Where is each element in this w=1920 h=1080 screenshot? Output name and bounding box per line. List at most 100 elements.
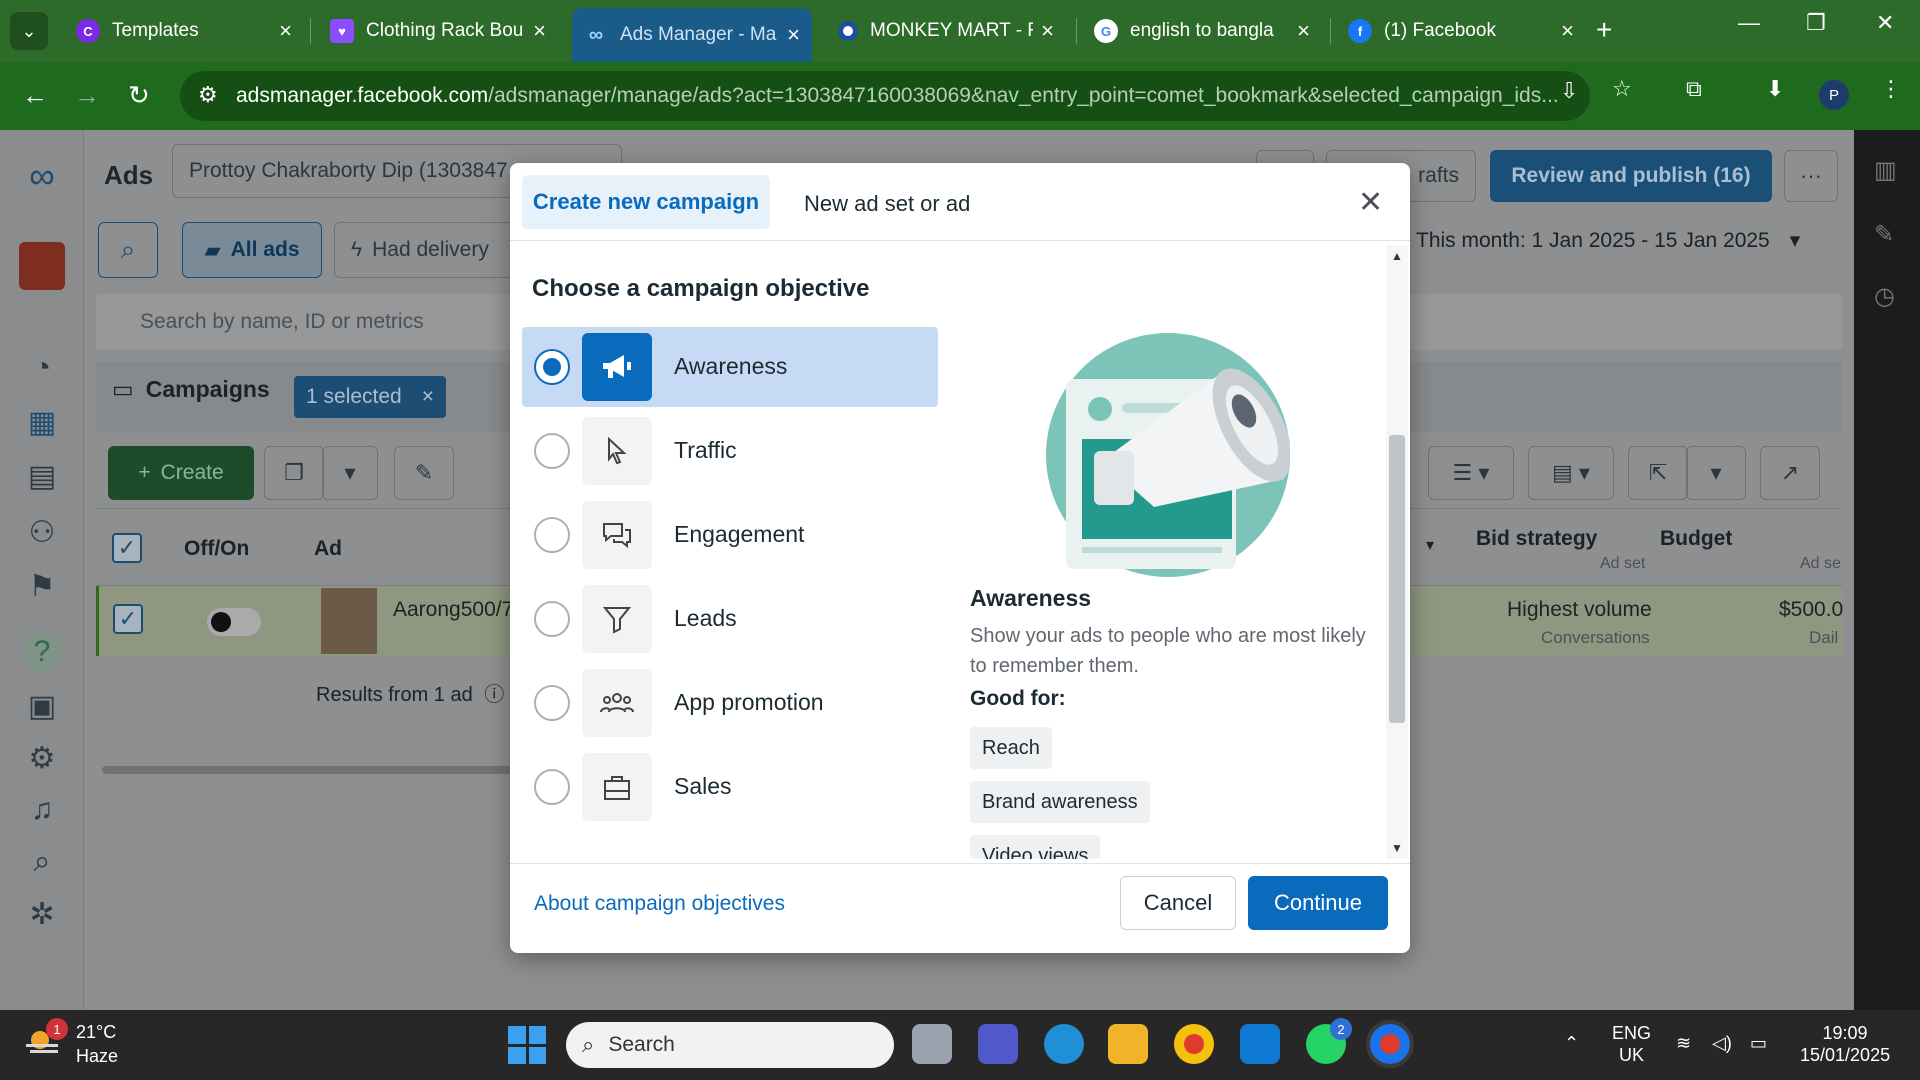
forward-arrow-icon[interactable]: → (74, 80, 100, 111)
about-campaign-objectives-link[interactable]: About campaign objectives (534, 892, 785, 916)
radio-button[interactable] (534, 349, 570, 385)
horizontal-scrollbar[interactable] (102, 766, 512, 774)
objective-option-engagement[interactable]: Engagement (522, 495, 938, 575)
radio-button[interactable] (534, 769, 570, 805)
close-tab-icon[interactable]: × (533, 18, 546, 44)
show-hidden-icons-chevron-icon[interactable]: ⌃ (1564, 1032, 1579, 1054)
bug-report-icon[interactable]: ✲ (22, 894, 62, 934)
bar-chart-icon[interactable]: ▥ (1874, 156, 1897, 185)
close-tab-icon[interactable]: × (787, 22, 800, 48)
battery-icon[interactable]: ▭ (1750, 1032, 1767, 1054)
browser-tab-facebook[interactable]: f (1) Facebook × (1336, 8, 1586, 54)
row-checkbox[interactable]: ✓ (113, 604, 143, 634)
history-clock-icon[interactable]: ◷ (1874, 282, 1895, 311)
more-options-button[interactable]: ··· (1784, 150, 1838, 202)
close-icon[interactable]: ✕ (1358, 185, 1383, 220)
dialog-scrollbar[interactable]: ▲ ▼ (1386, 245, 1408, 859)
continue-button[interactable]: Continue (1248, 876, 1388, 930)
column-bid-strategy[interactable]: Bid strategy (1476, 527, 1597, 551)
cancel-button[interactable]: Cancel (1120, 876, 1236, 930)
chrome-icon[interactable] (1174, 1024, 1214, 1064)
radio-button[interactable] (534, 517, 570, 553)
date-range-picker[interactable]: This month: 1 Jan 2025 - 15 Jan 2025 ▾ (1416, 228, 1800, 253)
had-delivery-filter-button[interactable]: ϟ Had delivery (334, 222, 534, 278)
catalog-icon[interactable]: ▤ (22, 456, 62, 496)
windows-start-icon[interactable] (508, 1026, 546, 1064)
settings-gear-icon[interactable]: ⚙ (22, 738, 62, 778)
chrome-active-icon[interactable] (1366, 1020, 1414, 1068)
profile-avatar[interactable]: P (1819, 80, 1849, 110)
column-budget[interactable]: Budget (1660, 527, 1732, 551)
clock[interactable]: 19:09 15/01/2025 (1800, 1022, 1890, 1066)
meta-logo-icon[interactable]: ∞ (22, 155, 62, 196)
ads-table-icon[interactable]: ▦ (22, 402, 62, 442)
objective-option-sales[interactable]: Sales (522, 747, 938, 827)
campaign-megaphone-icon[interactable]: ⚑ (22, 566, 62, 606)
new-tab-plus-icon[interactable]: + (1596, 14, 1612, 46)
charts-button[interactable]: ↗ (1760, 446, 1820, 500)
column-ad[interactable]: Ad (314, 537, 342, 561)
back-arrow-icon[interactable]: ← (22, 80, 48, 111)
site-settings-icon[interactable]: ⚙ (198, 82, 218, 108)
audiences-icon[interactable]: ⚇ (22, 512, 62, 552)
review-and-publish-button[interactable]: Review and publish (16) (1490, 150, 1772, 202)
export-dropdown-button[interactable]: ▾ (1686, 446, 1746, 500)
tab-campaigns[interactable]: ▭ Campaigns (112, 376, 270, 403)
minimize-icon[interactable]: — (1738, 10, 1760, 36)
scrollbar-thumb[interactable] (1389, 435, 1405, 723)
radio-button[interactable] (534, 433, 570, 469)
help-icon[interactable]: ? (22, 632, 62, 672)
clear-selection-icon[interactable]: × (422, 385, 434, 409)
radio-button[interactable] (534, 601, 570, 637)
download-icon[interactable]: ⬇ (1766, 76, 1784, 102)
browser-tab-ads-manager[interactable]: ∞ Ads Manager - Ma × (572, 8, 812, 62)
reports-icon[interactable]: ▣ (22, 686, 62, 726)
vscode-icon[interactable] (1240, 1024, 1280, 1064)
browser-tab-templates[interactable]: C Templates × (64, 8, 304, 54)
objective-option-app-promotion[interactable]: App promotion (522, 663, 938, 743)
close-tab-icon[interactable]: × (1297, 18, 1310, 44)
account-avatar[interactable] (19, 242, 65, 290)
close-window-icon[interactable]: ✕ (1876, 10, 1894, 36)
info-icon[interactable]: ⓘ (484, 684, 504, 706)
address-bar[interactable]: adsmanager.facebook.com/adsmanager/manag… (180, 71, 1590, 121)
dashboard-gauge-icon[interactable]: ◔ (22, 348, 62, 388)
restore-icon[interactable]: ❐ (1806, 10, 1826, 36)
ad-name[interactable]: Aarong500/7 (393, 598, 513, 622)
objective-option-traffic[interactable]: Traffic (522, 411, 938, 491)
search-toggle-button[interactable]: ⌕ (98, 222, 158, 278)
taskbar-search-box[interactable]: ⌕ Search (566, 1022, 894, 1068)
breakdown-button[interactable]: ▤ ▾ (1528, 446, 1614, 500)
scroll-down-arrow-icon[interactable]: ▼ (1391, 841, 1403, 855)
ad-status-toggle[interactable] (207, 608, 261, 636)
duplicate-button[interactable]: ❐ (264, 446, 324, 500)
bookmark-star-icon[interactable]: ☆ (1612, 76, 1632, 102)
file-explorer-icon[interactable] (1108, 1024, 1148, 1064)
radio-button[interactable] (534, 685, 570, 721)
objective-option-leads[interactable]: Leads (522, 579, 938, 659)
duplicate-dropdown-button[interactable]: ▾ (322, 446, 378, 500)
task-view-icon[interactable] (912, 1024, 952, 1064)
volume-icon[interactable]: ◁) (1712, 1032, 1732, 1054)
columns-button[interactable]: ☰ ▾ (1428, 446, 1514, 500)
reload-icon[interactable]: ↻ (128, 80, 150, 111)
browser-tab-monkey-mart[interactable]: MONKEY MART - F × (826, 8, 1066, 54)
browser-menu-icon[interactable]: ⋮ (1880, 76, 1902, 102)
notifications-bell-icon[interactable]: ♫ (22, 790, 62, 830)
select-all-checkbox[interactable]: ✓ (112, 533, 142, 563)
sort-caret-icon[interactable]: ▾ (1426, 535, 1434, 555)
edge-icon[interactable] (1044, 1024, 1084, 1064)
browser-tab-english-to-bangla[interactable]: G english to bangla × (1082, 8, 1322, 54)
objective-option-awareness[interactable]: Awareness (522, 327, 938, 407)
close-tab-icon[interactable]: × (1561, 18, 1574, 44)
search-icon[interactable]: ⌕ (22, 842, 62, 882)
tab-search-chevron-icon[interactable]: ⌄ (10, 12, 48, 50)
edit-button[interactable]: ✎ (394, 446, 454, 500)
column-off-on[interactable]: Off/On (184, 537, 249, 561)
install-app-icon[interactable]: ⇩ (1560, 78, 1578, 104)
tab-create-new-campaign[interactable]: Create new campaign (522, 175, 770, 229)
browser-tab-clothing-rack[interactable]: ♥ Clothing Rack Bou × (318, 8, 558, 54)
pencil-icon[interactable]: ✎ (1874, 220, 1894, 249)
teams-icon[interactable] (978, 1024, 1018, 1064)
close-tab-icon[interactable]: × (1041, 18, 1054, 44)
